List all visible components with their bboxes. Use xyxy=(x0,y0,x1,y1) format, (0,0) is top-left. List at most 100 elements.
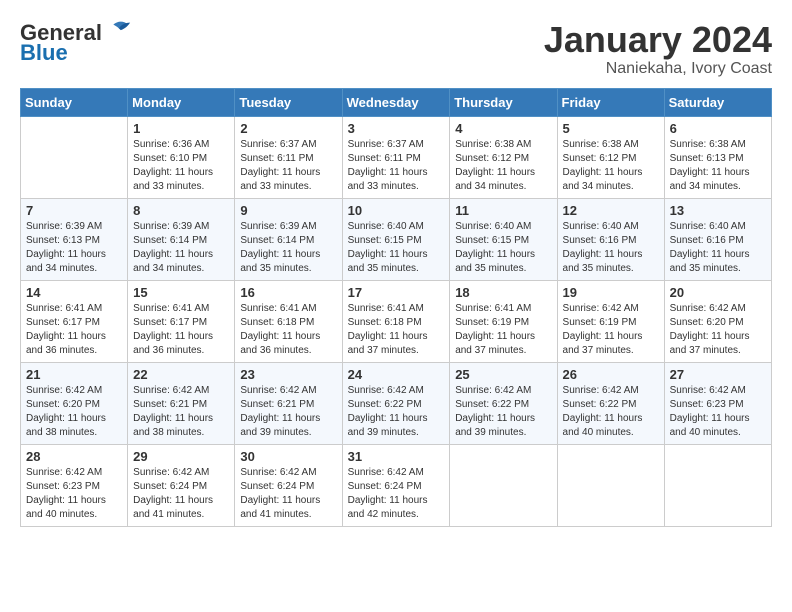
calendar-cell: 23Sunrise: 6:42 AM Sunset: 6:21 PM Dayli… xyxy=(235,362,342,444)
day-info: Sunrise: 6:42 AM Sunset: 6:24 PM Dayligh… xyxy=(240,466,336,522)
calendar-cell: 7Sunrise: 6:39 AM Sunset: 6:13 PM Daylig… xyxy=(21,198,128,280)
day-number: 22 xyxy=(133,367,229,382)
day-number: 6 xyxy=(670,121,766,136)
calendar-cell: 14 Sunrise: 6:41 AM Sunset: 6:17 PM Dayli… xyxy=(21,280,128,362)
calendar-cell: 27 Sunrise: 6:42 AM Sunset: 6:23 PM Dayli… xyxy=(664,362,771,444)
day-number: 13 xyxy=(670,203,766,218)
day-number: 17 xyxy=(348,285,445,300)
day-number: 16 xyxy=(240,285,336,300)
day-info: Sunrise: 6:40 AM Sunset: 6:15 PM Dayligh… xyxy=(455,220,551,276)
day-number: 15 xyxy=(133,285,229,300)
day-number: 1 xyxy=(133,121,229,136)
day-info: Sunrise: 6:42 AM Sunset: 6:19 PM Dayligh… xyxy=(563,302,659,358)
day-info: Sunrise: 6:37 AM Sunset: 6:11 PM Dayligh… xyxy=(240,138,336,194)
calendar-week-row: 1 Sunrise: 6:36 AM Sunset: 6:10 PM Daylig… xyxy=(21,116,772,198)
logo-bird-icon xyxy=(104,17,132,45)
calendar-cell: 30 Sunrise: 6:42 AM Sunset: 6:24 PM Dayli… xyxy=(235,444,342,526)
calendar-cell: 10 Sunrise: 6:40 AM Sunset: 6:15 PM Dayli… xyxy=(342,198,450,280)
calendar-cell xyxy=(450,444,557,526)
calendar-cell xyxy=(664,444,771,526)
column-header-wednesday: Wednesday xyxy=(342,88,450,116)
calendar-cell: 11Sunrise: 6:40 AM Sunset: 6:15 PM Dayli… xyxy=(450,198,557,280)
column-header-thursday: Thursday xyxy=(450,88,557,116)
month-year-title: January 2024 xyxy=(544,20,772,60)
calendar-cell: 4 Sunrise: 6:38 AM Sunset: 6:12 PM Daylig… xyxy=(450,116,557,198)
day-number: 20 xyxy=(670,285,766,300)
day-info: Sunrise: 6:42 AM Sunset: 6:22 PM Dayligh… xyxy=(455,384,551,440)
day-info: Sunrise: 6:41 AM Sunset: 6:17 PM Dayligh… xyxy=(26,302,122,358)
day-number: 25 xyxy=(455,367,551,382)
calendar-cell: 6 Sunrise: 6:38 AM Sunset: 6:13 PM Daylig… xyxy=(664,116,771,198)
calendar-cell: 17Sunrise: 6:41 AM Sunset: 6:18 PM Dayli… xyxy=(342,280,450,362)
day-info: Sunrise: 6:42 AM Sunset: 6:20 PM Dayligh… xyxy=(26,384,122,440)
location-subtitle: Naniekaha, Ivory Coast xyxy=(544,60,772,78)
day-number: 30 xyxy=(240,449,336,464)
calendar-cell: 28 Sunrise: 6:42 AM Sunset: 6:23 PM Dayli… xyxy=(21,444,128,526)
day-info: Sunrise: 6:39 AM Sunset: 6:14 PM Dayligh… xyxy=(133,220,229,276)
calendar-week-row: 7Sunrise: 6:39 AM Sunset: 6:13 PM Daylig… xyxy=(21,198,772,280)
day-info: Sunrise: 6:38 AM Sunset: 6:12 PM Dayligh… xyxy=(563,138,659,194)
day-number: 12 xyxy=(563,203,659,218)
calendar-cell: 9 Sunrise: 6:39 AM Sunset: 6:14 PM Daylig… xyxy=(235,198,342,280)
calendar-cell: 16 Sunrise: 6:41 AM Sunset: 6:18 PM Dayli… xyxy=(235,280,342,362)
day-number: 27 xyxy=(670,367,766,382)
day-number: 19 xyxy=(563,285,659,300)
day-info: Sunrise: 6:41 AM Sunset: 6:18 PM Dayligh… xyxy=(240,302,336,358)
calendar-week-row: 28 Sunrise: 6:42 AM Sunset: 6:23 PM Dayli… xyxy=(21,444,772,526)
day-number: 18 xyxy=(455,285,551,300)
calendar-cell: 26 Sunrise: 6:42 AM Sunset: 6:22 PM Dayli… xyxy=(557,362,664,444)
logo-blue: Blue xyxy=(20,40,68,66)
day-info: Sunrise: 6:42 AM Sunset: 6:21 PM Dayligh… xyxy=(240,384,336,440)
day-number: 4 xyxy=(455,121,551,136)
day-info: Sunrise: 6:40 AM Sunset: 6:16 PM Dayligh… xyxy=(563,220,659,276)
day-number: 5 xyxy=(563,121,659,136)
day-info: Sunrise: 6:41 AM Sunset: 6:17 PM Dayligh… xyxy=(133,302,229,358)
column-header-monday: Monday xyxy=(128,88,235,116)
day-info: Sunrise: 6:38 AM Sunset: 6:12 PM Dayligh… xyxy=(455,138,551,194)
day-number: 26 xyxy=(563,367,659,382)
day-number: 28 xyxy=(26,449,122,464)
day-number: 29 xyxy=(133,449,229,464)
day-number: 9 xyxy=(240,203,336,218)
day-info: Sunrise: 6:40 AM Sunset: 6:16 PM Dayligh… xyxy=(670,220,766,276)
day-number: 2 xyxy=(240,121,336,136)
day-number: 8 xyxy=(133,203,229,218)
calendar-cell: 25 Sunrise: 6:42 AM Sunset: 6:22 PM Dayli… xyxy=(450,362,557,444)
calendar-cell: 31 Sunrise: 6:42 AM Sunset: 6:24 PM Dayli… xyxy=(342,444,450,526)
calendar-cell: 22Sunrise: 6:42 AM Sunset: 6:21 PM Dayli… xyxy=(128,362,235,444)
day-info: Sunrise: 6:38 AM Sunset: 6:13 PM Dayligh… xyxy=(670,138,766,194)
day-number: 14 xyxy=(26,285,122,300)
day-info: Sunrise: 6:42 AM Sunset: 6:24 PM Dayligh… xyxy=(133,466,229,522)
day-info: Sunrise: 6:42 AM Sunset: 6:23 PM Dayligh… xyxy=(26,466,122,522)
column-header-saturday: Saturday xyxy=(664,88,771,116)
day-info: Sunrise: 6:41 AM Sunset: 6:19 PM Dayligh… xyxy=(455,302,551,358)
calendar-table: SundayMondayTuesdayWednesdayThursdayFrid… xyxy=(20,88,772,527)
day-info: Sunrise: 6:39 AM Sunset: 6:13 PM Dayligh… xyxy=(26,220,122,276)
day-info: Sunrise: 6:42 AM Sunset: 6:22 PM Dayligh… xyxy=(348,384,445,440)
day-info: Sunrise: 6:42 AM Sunset: 6:23 PM Dayligh… xyxy=(670,384,766,440)
day-info: Sunrise: 6:42 AM Sunset: 6:20 PM Dayligh… xyxy=(670,302,766,358)
day-number: 3 xyxy=(348,121,445,136)
day-info: Sunrise: 6:36 AM Sunset: 6:10 PM Dayligh… xyxy=(133,138,229,194)
calendar-week-row: 14 Sunrise: 6:41 AM Sunset: 6:17 PM Dayli… xyxy=(21,280,772,362)
calendar-cell: 2 Sunrise: 6:37 AM Sunset: 6:11 PM Daylig… xyxy=(235,116,342,198)
calendar-cell: 15 Sunrise: 6:41 AM Sunset: 6:17 PM Dayli… xyxy=(128,280,235,362)
day-info: Sunrise: 6:39 AM Sunset: 6:14 PM Dayligh… xyxy=(240,220,336,276)
column-header-sunday: Sunday xyxy=(21,88,128,116)
calendar-cell: 5 Sunrise: 6:38 AM Sunset: 6:12 PM Daylig… xyxy=(557,116,664,198)
logo: General Blue xyxy=(20,20,132,66)
day-number: 31 xyxy=(348,449,445,464)
calendar-cell: 29 Sunrise: 6:42 AM Sunset: 6:24 PM Dayli… xyxy=(128,444,235,526)
day-number: 10 xyxy=(348,203,445,218)
day-info: Sunrise: 6:37 AM Sunset: 6:11 PM Dayligh… xyxy=(348,138,445,194)
day-info: Sunrise: 6:42 AM Sunset: 6:22 PM Dayligh… xyxy=(563,384,659,440)
calendar-cell: 24Sunrise: 6:42 AM Sunset: 6:22 PM Dayli… xyxy=(342,362,450,444)
calendar-cell: 13 Sunrise: 6:40 AM Sunset: 6:16 PM Dayli… xyxy=(664,198,771,280)
day-info: Sunrise: 6:40 AM Sunset: 6:15 PM Dayligh… xyxy=(348,220,445,276)
day-number: 21 xyxy=(26,367,122,382)
calendar-week-row: 21 Sunrise: 6:42 AM Sunset: 6:20 PM Dayli… xyxy=(21,362,772,444)
day-info: Sunrise: 6:42 AM Sunset: 6:24 PM Dayligh… xyxy=(348,466,445,522)
calendar-cell: 21 Sunrise: 6:42 AM Sunset: 6:20 PM Dayli… xyxy=(21,362,128,444)
calendar-header-row: SundayMondayTuesdayWednesdayThursdayFrid… xyxy=(21,88,772,116)
calendar-cell: 3 Sunrise: 6:37 AM Sunset: 6:11 PM Daylig… xyxy=(342,116,450,198)
